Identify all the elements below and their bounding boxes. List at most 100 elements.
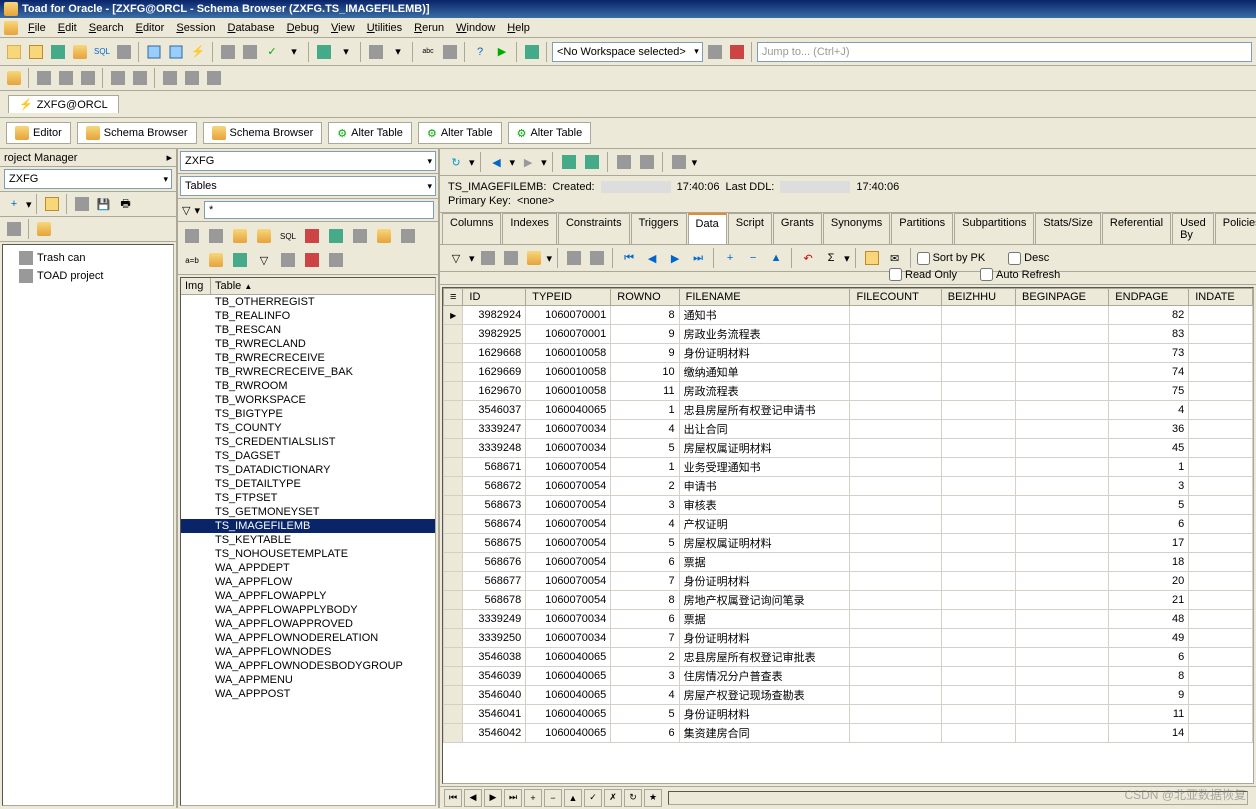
tool4-icon[interactable]: ▾ [336,42,356,62]
tool3-icon[interactable] [314,42,334,62]
dt-tool1-icon[interactable] [478,248,498,268]
pm-save-icon[interactable]: 💾 [94,194,114,214]
obj-tool2-icon[interactable] [206,226,226,246]
open-file-icon[interactable] [26,42,46,62]
gn-del-icon[interactable]: − [544,789,562,807]
tool1-icon[interactable] [218,42,238,62]
detail-tab-data[interactable]: Data [688,213,727,244]
sec-tool8-icon[interactable] [182,68,202,88]
gn-add-icon[interactable]: + [524,789,542,807]
pm-add-icon[interactable]: + [4,194,24,214]
table-row[interactable]: TB_RESCAN [181,323,435,337]
commit-icon[interactable]: ✓ [262,42,282,62]
dt-next-icon[interactable]: ▶ [665,248,685,268]
grid-row-header[interactable] [444,724,463,743]
grid-col-FILECOUNT[interactable]: FILECOUNT [850,289,941,306]
grid-row[interactable]: 333924810600700345房屋权属证明材料45 [444,439,1253,458]
ws-tool2-icon[interactable] [727,42,747,62]
filter-funnel-icon[interactable]: ▽ [182,204,190,217]
table-row[interactable]: TS_KEYTABLE [181,533,435,547]
table-row[interactable]: TS_CREDENTIALSLIST [181,435,435,449]
tool9-icon[interactable]: ▶ [492,42,512,62]
menu-view[interactable]: View [325,20,361,36]
doc-tab-1[interactable]: Schema Browser [77,122,197,144]
obj-tool13-icon[interactable] [278,250,298,270]
dt-tool3-icon[interactable] [524,248,544,268]
detail-tab-synonyms[interactable]: Synonyms [823,213,890,244]
tool7-icon[interactable]: abc [418,42,438,62]
grid-row[interactable]: 56867310600700543审核表5 [444,496,1253,515]
flash-icon[interactable]: ⚡ [188,42,208,62]
table-row[interactable]: TS_FTPSET [181,491,435,505]
grid-col-ROWNO[interactable]: ROWNO [611,289,679,306]
dt-add-icon[interactable]: + [720,248,740,268]
grid-col-INDATE[interactable]: INDATE [1189,289,1253,306]
detail-tab-constraints[interactable]: Constraints [558,213,630,244]
table-row[interactable]: WA_APPDEPT [181,561,435,575]
grid-row[interactable]: 56867410600700544产权证明6 [444,515,1253,534]
grid-row[interactable]: 333924710600700344出让合同36 [444,420,1253,439]
obj-ab-icon[interactable]: a=b [182,250,202,270]
dt-first-icon[interactable]: ⏮ [619,248,639,268]
tool5-icon[interactable] [366,42,386,62]
table-row[interactable]: TS_IMAGEFILEMB [181,519,435,533]
doc-tab-2[interactable]: Schema Browser [203,122,323,144]
grid-row-header[interactable] [444,648,463,667]
gn-next-icon[interactable]: ▶ [484,789,502,807]
grid-row-header[interactable] [444,344,463,363]
grid-row-header[interactable] [444,667,463,686]
obj-tool9-icon[interactable] [374,226,394,246]
grid-row[interactable]: 398292410600700018通知书82 [444,306,1253,325]
grid-row[interactable]: 354603810600400652忠县房屋所有权登记审批表6 [444,648,1253,667]
doc-tab-5[interactable]: ⚙Alter Table [508,122,592,144]
detail-tab-subpartitions[interactable]: Subpartitions [954,213,1034,244]
obj-tool14-icon[interactable] [302,250,322,270]
object-type-select[interactable]: Tables [180,176,436,196]
nav-fwd-icon[interactable]: ▶ [518,152,538,172]
grid-row[interactable]: 354603710600400651忠县房屋所有权登记申请书4 [444,401,1253,420]
grid-row-header[interactable] [444,534,463,553]
table-row[interactable]: TS_DETAILTYPE [181,477,435,491]
table-row[interactable]: TB_WORKSPACE [181,393,435,407]
table-row[interactable]: TS_COUNTY [181,421,435,435]
filter-input[interactable] [204,201,434,219]
table-row[interactable]: TS_GETMONEYSET [181,505,435,519]
sec-tool3-icon[interactable] [56,68,76,88]
close-panel-icon[interactable]: ▸ [166,151,172,164]
table-row[interactable]: TS_DAGSET [181,449,435,463]
table-row[interactable]: TS_DATADICTIONARY [181,463,435,477]
workspace-combo[interactable]: <No Workspace selected> [552,42,703,62]
obj-tool15-icon[interactable] [326,250,346,270]
grid-col-BEGINPAGE[interactable]: BEGINPAGE [1016,289,1109,306]
menu-search[interactable]: Search [83,20,130,36]
grid-row-header[interactable] [444,629,463,648]
dt-tool5-icon[interactable] [587,248,607,268]
dt-mail-icon[interactable]: ✉ [885,248,905,268]
menu-database[interactable]: Database [221,20,280,36]
obj-tool1-icon[interactable] [182,226,202,246]
grid-row[interactable]: 56867510600700545房屋权属证明材料17 [444,534,1253,553]
grid-row-header[interactable] [444,496,463,515]
grid-row-header[interactable] [444,705,463,724]
grid-col-FILENAME[interactable]: FILENAME [679,289,850,306]
sec-tool7-icon[interactable] [160,68,180,88]
new-connection-icon[interactable] [4,42,24,62]
detail-tab-script[interactable]: Script [728,213,772,244]
table-row[interactable]: TS_BIGTYPE [181,407,435,421]
gn-prev-icon[interactable]: ◀ [464,789,482,807]
gn-bookmark-icon[interactable]: ★ [644,789,662,807]
grid-row[interactable]: 333925010600700347身份证明材料49 [444,629,1253,648]
nav-tool5-icon[interactable] [669,152,689,172]
win2-icon[interactable] [166,42,186,62]
grid-row-header[interactable] [444,458,463,477]
doc-tab-4[interactable]: ⚙Alter Table [418,122,502,144]
grid-row[interactable]: 354604210600400656集资建房合同14 [444,724,1253,743]
dt-last-icon[interactable]: ⏭ [688,248,708,268]
dt-prev-icon[interactable]: ◀ [642,248,662,268]
menu-utilities[interactable]: Utilities [361,20,408,36]
sec-tool6-icon[interactable] [130,68,150,88]
nav-back-icon[interactable]: ◀ [487,152,507,172]
table-row[interactable]: WA_APPFLOWAPPROVED [181,617,435,631]
grid-row[interactable]: 1629669106001005810缴纳通知单74 [444,363,1253,382]
grid-row[interactable]: 56867110600700541业务受理通知书1 [444,458,1253,477]
